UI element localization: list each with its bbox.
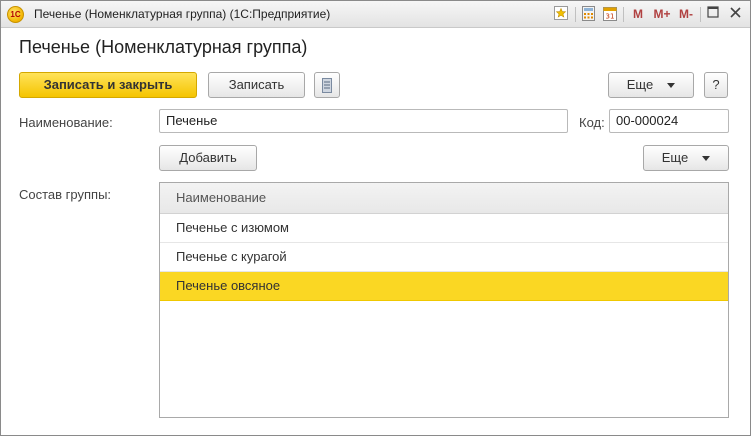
group-table[interactable]: Наименование Печенье с изюмом Печенье с … — [159, 182, 729, 418]
calendar-icon[interactable]: 31 — [603, 6, 617, 23]
code-label: Код: — [579, 115, 605, 130]
save-button[interactable]: Записать — [208, 72, 305, 98]
title-bar: 1С Печенье (Номенклатурная группа) (1С:П… — [1, 1, 750, 28]
name-field[interactable]: Печенье — [159, 109, 568, 133]
table-row[interactable]: Печенье с изюмом — [160, 214, 728, 243]
list-icon-button[interactable] — [314, 72, 340, 98]
close-icon[interactable] — [728, 6, 742, 23]
restore-icon[interactable] — [706, 6, 720, 23]
calculator-icon[interactable] — [581, 6, 595, 23]
group-composition-label: Состав группы: — [19, 187, 112, 202]
caret-down-icon — [667, 83, 676, 89]
list-icon — [322, 77, 332, 101]
save-and-close-button[interactable]: Записать и закрыть — [19, 72, 197, 98]
more-button[interactable]: Еще — [608, 72, 694, 98]
table-more-label: Еще — [661, 150, 689, 165]
table-header-name[interactable]: Наименование — [160, 183, 728, 214]
page-title: Печенье (Номенклатурная группа) — [19, 37, 308, 57]
table-more-button[interactable]: Еще — [643, 145, 729, 171]
app-logo-icon[interactable]: 1С — [7, 6, 24, 23]
memory-plus-button[interactable]: M+ — [652, 6, 672, 23]
more-label: Еще — [626, 77, 654, 92]
caret-down-icon — [702, 156, 711, 162]
window-title: Печенье (Номенклатурная группа) (1С:Пред… — [34, 7, 331, 21]
table-row-selected[interactable]: Печенье овсяное — [160, 272, 728, 301]
svg-text:31: 31 — [606, 13, 615, 21]
memory-minus-button[interactable]: M- — [676, 6, 696, 23]
star-icon[interactable] — [554, 6, 568, 23]
table-row[interactable]: Печенье с курагой — [160, 243, 728, 272]
window: 1С Печенье (Номенклатурная группа) (1С:П… — [0, 0, 751, 436]
memory-m-button[interactable]: M — [631, 6, 645, 23]
add-button[interactable]: Добавить — [159, 145, 257, 171]
help-button[interactable]: ? — [704, 72, 728, 98]
name-label: Наименование: — [19, 115, 113, 130]
code-field[interactable]: 00-000024 — [609, 109, 729, 133]
